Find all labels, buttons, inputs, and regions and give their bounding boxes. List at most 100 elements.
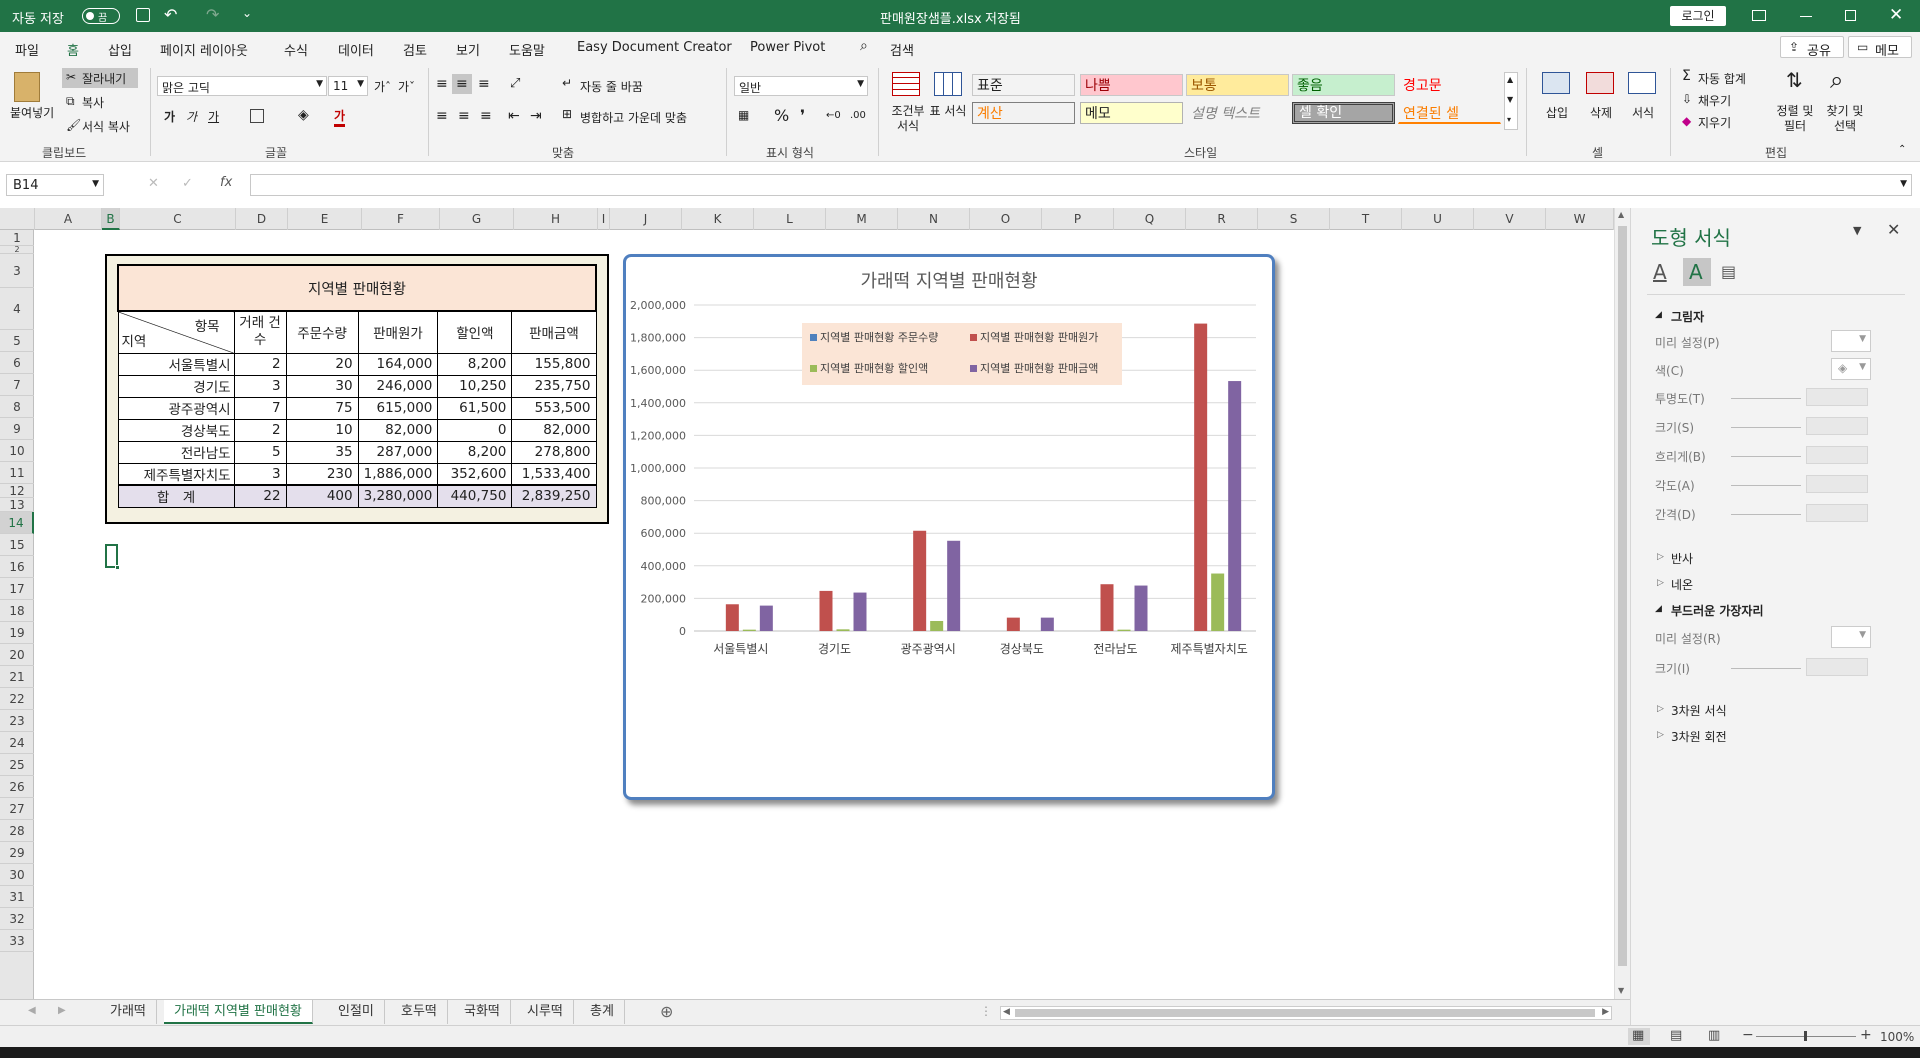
row-header[interactable]: 8	[0, 396, 34, 418]
row-header[interactable]: 14	[0, 512, 34, 534]
row-header[interactable]: 32	[0, 908, 34, 930]
glow-section[interactable]: 네온	[1671, 576, 1693, 593]
delete-cells-icon[interactable]	[1586, 72, 1614, 94]
style-explanatory[interactable]: 설명 텍스트	[1186, 102, 1289, 124]
column-header[interactable]: K	[682, 208, 754, 230]
shadow-preset-dropdown[interactable]: ▼	[1831, 330, 1871, 352]
clear-button[interactable]: 지우기	[1698, 114, 1731, 131]
total-label-cell[interactable]: 합 계	[117, 484, 235, 508]
region-cell[interactable]: 서울특별시	[117, 352, 235, 376]
name-box[interactable]: B14 ▼	[6, 174, 104, 196]
format-as-table-button[interactable]: 표 서식	[928, 104, 968, 119]
region-cell[interactable]: 경기도	[117, 374, 235, 398]
style-normal[interactable]: 표준	[972, 74, 1075, 96]
zoom-slider[interactable]	[1756, 1031, 1856, 1041]
row-header[interactable]: 20	[0, 644, 34, 666]
soft-edges-section[interactable]: 부드러운 가장자리	[1671, 602, 1764, 619]
row-header[interactable]: 31	[0, 886, 34, 908]
column-header[interactable]: S	[1258, 208, 1330, 230]
row-header[interactable]: 29	[0, 842, 34, 864]
region-cell[interactable]: 제주특별자치도	[117, 462, 235, 486]
value-cell[interactable]: 75	[285, 396, 359, 420]
column-header[interactable]: V	[1474, 208, 1546, 230]
menu-view[interactable]: 보기	[456, 40, 480, 59]
normal-view-icon[interactable]: ▦	[1632, 1028, 1644, 1043]
decrease-decimal-icon[interactable]: .00	[850, 110, 866, 121]
scroll-down-icon[interactable]: ▼	[1618, 986, 1624, 995]
column-header[interactable]: D	[236, 208, 288, 230]
minimize-icon[interactable]	[1800, 16, 1812, 17]
transparency-spin[interactable]	[1806, 388, 1868, 406]
value-cell[interactable]: 230	[285, 462, 359, 486]
underline-button[interactable]: 가	[208, 108, 219, 125]
cut-button[interactable]: 잘라내기	[82, 70, 126, 87]
value-cell[interactable]: 82,000	[357, 418, 439, 442]
save-icon[interactable]	[136, 8, 150, 22]
column-header[interactable]: Q	[1114, 208, 1186, 230]
fill-handle[interactable]	[115, 565, 120, 570]
format-painter-button[interactable]: 서식 복사	[82, 118, 130, 135]
ribbon-display-icon[interactable]	[1752, 10, 1766, 21]
select-all-corner[interactable]	[0, 208, 35, 230]
align-middle-icon[interactable]: ≡	[456, 76, 468, 92]
row-header[interactable]: 10	[0, 440, 34, 462]
zoom-thumb[interactable]	[1804, 1031, 1807, 1041]
column-header[interactable]: O	[970, 208, 1042, 230]
delete-cells-button[interactable]: 삭제	[1590, 104, 1612, 121]
style-calculation[interactable]: 계산	[972, 102, 1075, 124]
insert-cells-button[interactable]: 삽입	[1546, 104, 1568, 121]
comma-icon[interactable]: ❜	[800, 106, 805, 125]
row-header[interactable]: 22	[0, 688, 34, 710]
row-header[interactable]: 4	[0, 288, 34, 330]
value-cell[interactable]: 7	[233, 396, 287, 420]
restore-icon[interactable]	[1845, 10, 1856, 21]
confirm-entry-icon[interactable]: ✓	[182, 176, 193, 191]
search-label[interactable]: 검색	[890, 40, 914, 59]
vertical-scrollbar[interactable]: ▲ ▼	[1614, 208, 1630, 1000]
increase-indent-icon[interactable]: ⇥	[530, 108, 542, 124]
value-cell[interactable]: 10,250	[437, 374, 513, 398]
pane-options-icon[interactable]: ▼	[1853, 224, 1861, 237]
value-cell[interactable]: 82,000	[511, 418, 597, 442]
value-cell[interactable]: 2	[233, 418, 287, 442]
table-title[interactable]: 지역별 판매현황	[117, 264, 597, 312]
column-header[interactable]: J	[610, 208, 682, 230]
text-effects-icon[interactable]: A	[1689, 260, 1703, 284]
horizontal-scrollbar[interactable]: ◀ ▶	[1000, 1006, 1612, 1020]
header-cell[interactable]: 주문수량	[285, 310, 359, 354]
sort-filter-button[interactable]: 정렬 및 필터	[1772, 104, 1818, 134]
shadow-color-dropdown[interactable]: ◈ ▼	[1831, 358, 1871, 380]
login-button[interactable]: 로그인	[1670, 6, 1726, 26]
format-cells-icon[interactable]	[1628, 72, 1656, 94]
style-neutral[interactable]: 보통	[1186, 74, 1289, 96]
row-header[interactable]: 12	[0, 484, 34, 498]
value-cell[interactable]: 30	[285, 374, 359, 398]
column-header[interactable]: I	[598, 208, 610, 230]
find-select-icon[interactable]: ⌕	[1830, 66, 1843, 94]
insert-cells-icon[interactable]	[1542, 72, 1570, 94]
menu-easy-document-creator[interactable]: Easy Document Creator	[577, 40, 732, 55]
value-cell[interactable]: 1,533,400	[511, 462, 597, 486]
row-header[interactable]: 24	[0, 732, 34, 754]
align-left-icon[interactable]: ≡	[436, 108, 448, 124]
sheet-grid[interactable]: 지역별 판매현황 항목 지역 거래 건수 주문수량 판매원가 할인액 판매금액 …	[35, 230, 1614, 1000]
header-corner-cell[interactable]: 항목 지역	[117, 310, 235, 354]
sort-filter-icon[interactable]: ⇅	[1786, 68, 1803, 92]
header-cell[interactable]: 할인액	[437, 310, 513, 354]
menu-page-layout[interactable]: 페이지 레이아웃	[160, 40, 248, 59]
scroll-thumb[interactable]	[1618, 226, 1627, 966]
transparency-slider[interactable]	[1731, 398, 1801, 399]
style-bad[interactable]: 나쁨	[1080, 74, 1183, 96]
format-as-table-icon[interactable]	[934, 72, 962, 96]
align-right-icon[interactable]: ≡	[480, 108, 492, 124]
scroll-left-icon[interactable]: ◀	[1003, 1007, 1010, 1017]
memo-button[interactable]: ▭ 메모	[1848, 36, 1912, 59]
row-header[interactable]: 9	[0, 418, 34, 440]
fill-color-icon[interactable]: ◈	[298, 107, 309, 123]
style-check-cell[interactable]: 셀 확인	[1292, 102, 1395, 124]
percent-icon[interactable]: %	[774, 106, 789, 125]
page-break-view-icon[interactable]: ▥	[1708, 1028, 1720, 1043]
total-cell[interactable]: 2,839,250	[511, 484, 597, 508]
row-header[interactable]: 6	[0, 352, 34, 374]
share-button[interactable]: ⇪ 공유	[1780, 36, 1844, 59]
